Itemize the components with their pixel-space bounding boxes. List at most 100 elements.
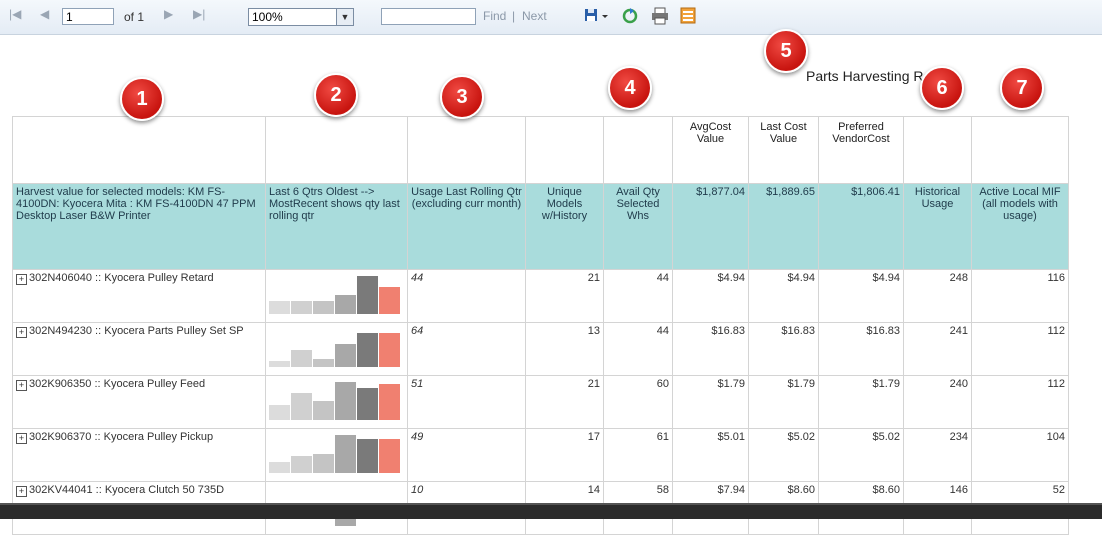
historical-cell: 234	[903, 428, 972, 482]
last-page-icon[interactable]: ▶|	[193, 7, 205, 21]
spark-bar	[335, 295, 356, 314]
expand-icon[interactable]: +	[16, 327, 27, 338]
spark-bar	[291, 393, 312, 420]
callout-marker: 7	[1000, 66, 1044, 110]
preferred-cell: $5.02	[818, 428, 904, 482]
expand-icon[interactable]: +	[16, 274, 27, 285]
avail-qty-header: Avail Qty Selected Whs	[603, 183, 673, 270]
page-number-input[interactable]	[62, 8, 114, 25]
avgcost-header: AvgCost Value	[672, 116, 749, 184]
expand-icon[interactable]: +	[16, 380, 27, 391]
preferred-cell: $16.83	[818, 322, 904, 376]
avgcost-cell: $4.94	[672, 269, 749, 323]
sparkline	[269, 433, 401, 473]
header-top-row: AvgCost Value Last Cost Value Preferred …	[12, 116, 1069, 184]
lastcost-cell: $4.94	[748, 269, 819, 323]
callout-marker: 6	[920, 66, 964, 110]
find-next-link[interactable]: Next	[522, 9, 547, 23]
historical-cell: 240	[903, 375, 972, 429]
find-link[interactable]: Find	[483, 9, 506, 23]
usage-header: Usage Last Rolling Qtr (excluding curr m…	[407, 183, 526, 270]
spark-bar	[291, 350, 312, 367]
spark-bar	[313, 454, 334, 473]
spark-bar	[313, 301, 334, 314]
active-mif-header: Active Local MIF (all models with usage)	[971, 183, 1069, 270]
unique-cell: 13	[525, 322, 604, 376]
table-row: +302K906370 :: Kyocera Pulley Pickup 49 17…	[12, 428, 1069, 482]
usage-cell: 64	[407, 322, 526, 376]
unique-cell: 21	[525, 375, 604, 429]
table-row: +302N406040 :: Kyocera Pulley Retard 44 21…	[12, 269, 1069, 323]
callout-marker: 3	[440, 75, 484, 119]
spark-bar	[379, 333, 400, 367]
spark-bar	[379, 287, 400, 314]
callout-marker: 2	[314, 73, 358, 117]
spark-bar	[269, 361, 290, 367]
zoom-select[interactable]: 100% ▼	[248, 8, 354, 26]
header-band-row: Harvest value for selected models: KM FS…	[12, 183, 1069, 270]
preferred-cell: $1.79	[818, 375, 904, 429]
spark-bar	[357, 439, 378, 473]
expand-icon[interactable]: +	[16, 486, 27, 497]
spark-bar	[379, 384, 400, 420]
header-cell	[12, 116, 266, 184]
spark-bar	[291, 456, 312, 473]
header-cell	[903, 116, 972, 184]
save-export-icon[interactable]	[584, 7, 610, 25]
avgcost-total: $1,877.04	[672, 183, 749, 270]
part-cell: +302K906350 :: Kyocera Pulley Feed	[12, 375, 266, 429]
find-separator: |	[512, 9, 516, 23]
sparkline-cell	[265, 428, 408, 482]
avgcost-cell: $16.83	[672, 322, 749, 376]
print-layout-icon[interactable]	[680, 7, 696, 25]
historical-cell: 248	[903, 269, 972, 323]
lastcost-cell: $5.02	[748, 428, 819, 482]
sparkline-cell	[265, 322, 408, 376]
zoom-value: 100%	[252, 10, 283, 24]
sparkline-cell	[265, 269, 408, 323]
table-row: +302K906350 :: Kyocera Pulley Feed 51 21 60…	[12, 375, 1069, 429]
print-icon[interactable]	[650, 7, 670, 25]
spark-bar	[291, 301, 312, 314]
mif-cell: 112	[971, 322, 1069, 376]
last6-qtrs-header: Last 6 Qtrs Oldest --> MostRecent shows …	[265, 183, 408, 270]
chevron-down-icon[interactable]: ▼	[336, 9, 353, 25]
prev-page-icon[interactable]: ◀	[40, 7, 49, 21]
refresh-icon[interactable]	[621, 7, 639, 25]
table-row: +302N494230 :: Kyocera Parts Pulley Set …	[12, 322, 1069, 376]
harvest-header: Harvest value for selected models: KM FS…	[12, 183, 266, 270]
next-page-icon[interactable]: ▶	[164, 7, 173, 21]
usage-cell: 44	[407, 269, 526, 323]
header-cell	[603, 116, 673, 184]
first-page-icon[interactable]: |◀	[9, 7, 21, 21]
find-input[interactable]	[381, 8, 476, 25]
mif-cell: 116	[971, 269, 1069, 323]
usage-cell: 51	[407, 375, 526, 429]
header-cell	[407, 116, 526, 184]
callout-marker: 4	[608, 66, 652, 110]
callout-marker: 5	[764, 29, 808, 73]
avail-cell: 60	[603, 375, 673, 429]
part-name: 302N494230 :: Kyocera Parts Pulley Set S…	[29, 325, 244, 337]
expand-icon[interactable]: +	[16, 433, 27, 444]
lastcost-total: $1,889.65	[748, 183, 819, 270]
report-toolbar: |◀ ◀ of 1 ▶ ▶| 100% ▼ Find | Next	[0, 0, 1102, 35]
spark-bar	[357, 276, 378, 314]
unique-models-header: Unique Models w/History	[525, 183, 604, 270]
spark-bar	[313, 401, 334, 420]
header-cell	[525, 116, 604, 184]
spark-bar	[269, 301, 290, 314]
sparkline	[269, 380, 401, 420]
historical-cell: 241	[903, 322, 972, 376]
part-cell: +302K906370 :: Kyocera Pulley Pickup	[12, 428, 266, 482]
historical-usage-header: Historical Usage	[903, 183, 972, 270]
part-cell: +302N406040 :: Kyocera Pulley Retard	[12, 269, 266, 323]
spark-bar	[335, 344, 356, 367]
part-name: 302K906350 :: Kyocera Pulley Feed	[29, 378, 206, 390]
part-name: 302K906370 :: Kyocera Pulley Pickup	[29, 431, 214, 443]
harvest-report-table: AvgCost Value Last Cost Value Preferred …	[12, 116, 1069, 535]
callout-marker: 1	[120, 77, 164, 121]
spark-bar	[313, 359, 334, 367]
avail-cell: 44	[603, 269, 673, 323]
page-count-label: of 1	[124, 10, 145, 24]
